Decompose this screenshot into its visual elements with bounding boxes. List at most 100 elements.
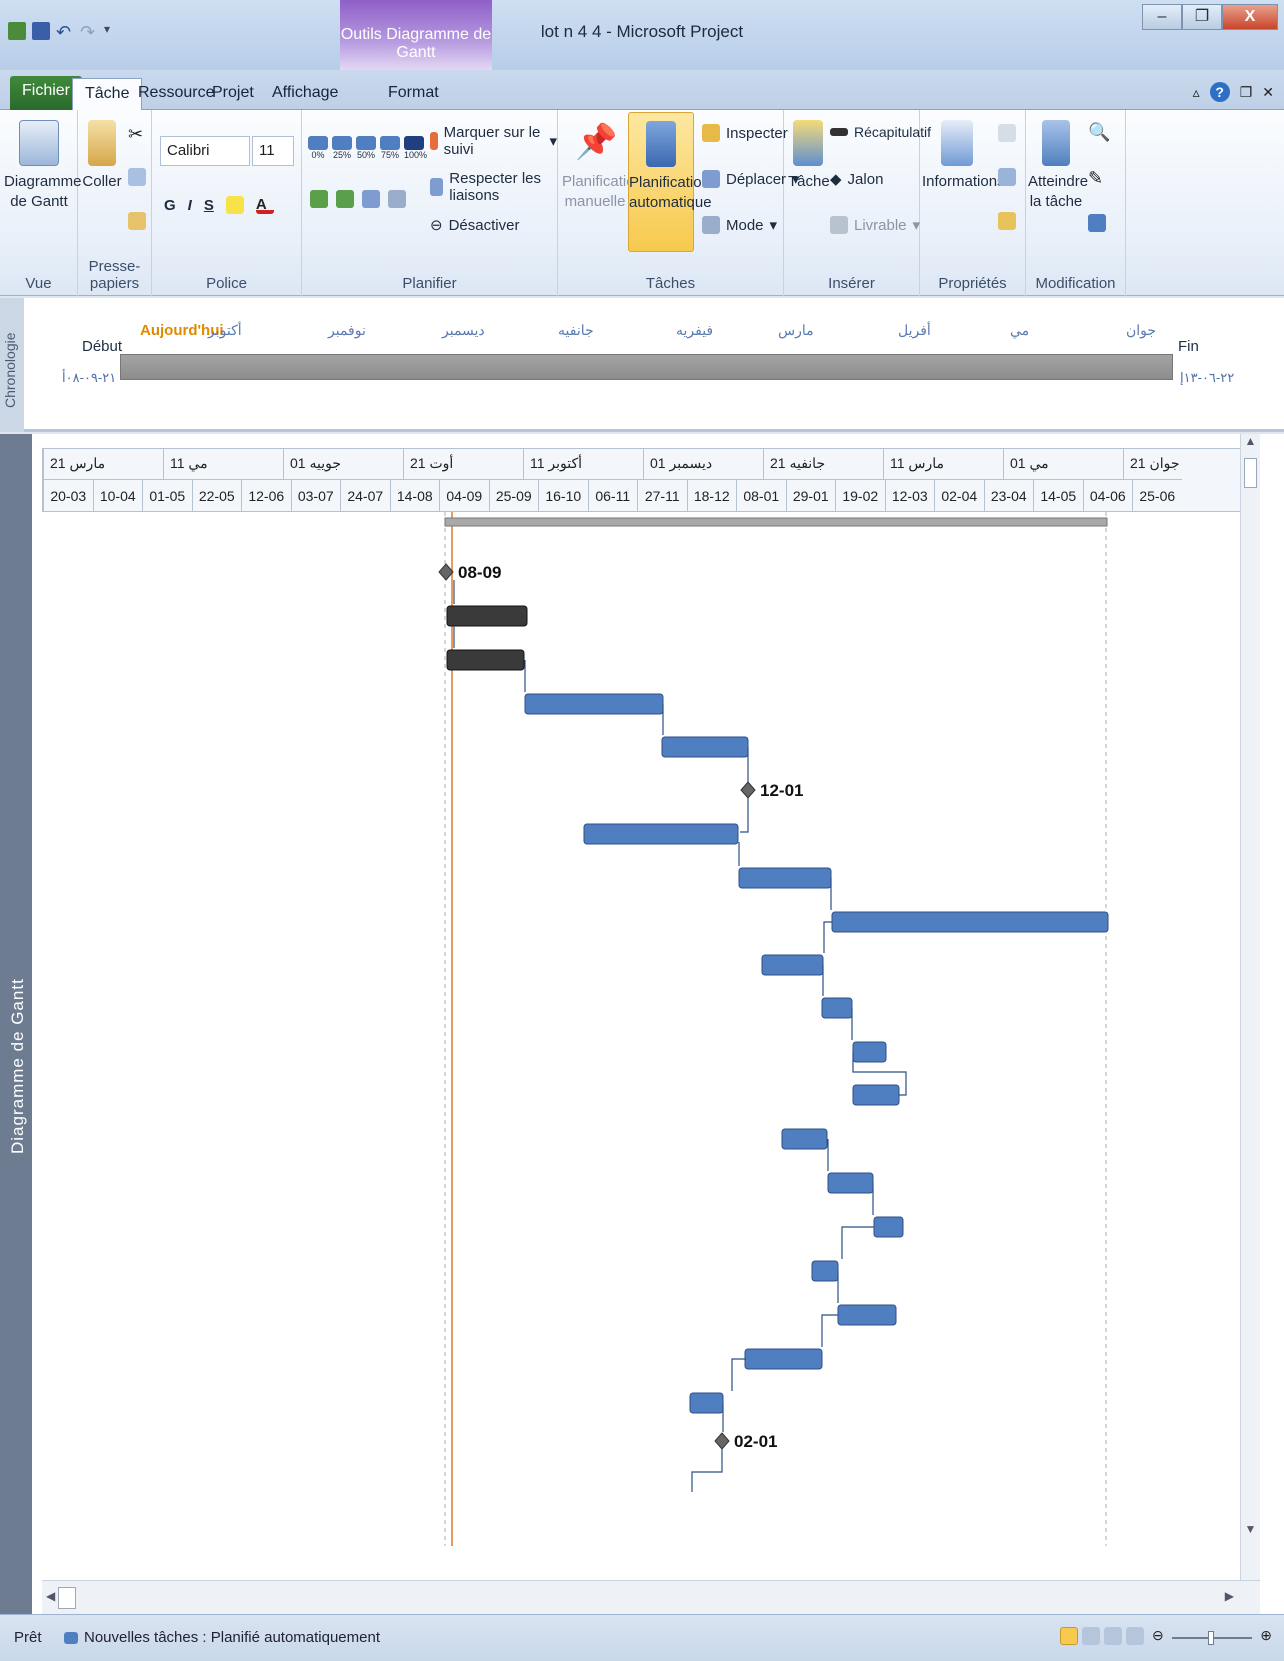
timeline-start-label: Début	[82, 338, 123, 355]
deliverable-button[interactable]: Livrable ▾	[830, 216, 920, 234]
timescale-bottom-cell: 25-09	[488, 479, 538, 513]
scroll-up-icon[interactable]: ▲	[1241, 434, 1260, 448]
timeline-side-tab[interactable]: Chronologie	[0, 298, 24, 432]
percent-50-button[interactable]: 50%	[356, 136, 376, 160]
timeline-bar[interactable]	[120, 354, 1173, 380]
insert-task-button[interactable]: Tâche	[788, 120, 830, 192]
timescale-bottom-cell: 04-06	[1082, 479, 1132, 513]
timescale-bottom-cell: 02-04	[934, 479, 984, 513]
percent-75-icon	[380, 136, 400, 150]
new-tasks-mode[interactable]: Nouvelles tâches : Planifié automatiquem…	[64, 1629, 380, 1646]
copy-icon[interactable]	[128, 168, 146, 186]
timescale-top-cell: مي 11	[163, 449, 283, 479]
scroll-to-task-icon	[1042, 120, 1070, 166]
font-size-select[interactable]: 11	[252, 136, 294, 166]
gantt-side-tab[interactable]: Diagramme de Gantt	[0, 434, 32, 1614]
gantt-view-shortcut-icon[interactable]	[1060, 1627, 1078, 1645]
task-bar	[781, 1128, 828, 1150]
scroll-to-task-button[interactable]: Atteindre la tâche	[1028, 120, 1088, 213]
percent-75-label: 75%	[380, 150, 399, 160]
bold-button[interactable]: G	[164, 197, 176, 214]
add-to-timeline-icon[interactable]	[998, 212, 1016, 230]
indent-icon[interactable]	[336, 190, 354, 208]
paste-button[interactable]: Coller	[82, 120, 122, 192]
information-button[interactable]: Informations	[922, 120, 1005, 192]
details-icon[interactable]	[998, 168, 1016, 186]
help-icon[interactable]: ?	[1209, 82, 1230, 102]
deactivate-button[interactable]: ⊖ Désactiver	[430, 216, 519, 235]
close-window-icon[interactable]: ✕	[1262, 84, 1274, 101]
minimize-ribbon-icon[interactable]: ▵	[1193, 84, 1200, 101]
timescale-bottom-cell: 12-03	[884, 479, 934, 513]
group-inserer: Tâche Récapitulatif ◆ Jalon Livrable ▾ In…	[784, 110, 931, 296]
group-label-taches: Tâches	[645, 275, 696, 292]
gantt-chart-svg: 08-09 12-01 02-01	[438, 512, 1109, 1546]
horizontal-scroll-thumb[interactable]	[58, 1587, 76, 1609]
restore-window-icon[interactable]: ❐	[1240, 84, 1253, 101]
percent-complete-row: 0% 25% 50% 75% 100%	[308, 136, 427, 160]
task-bar	[761, 954, 824, 976]
scroll-right-icon[interactable]: ▶	[1225, 1589, 1234, 1603]
tab-affichage[interactable]: Affichage	[260, 78, 350, 110]
timescale-bottom-cell: 24-07	[340, 479, 390, 513]
close-button[interactable]: X	[1222, 4, 1278, 30]
tab-format[interactable]: Format	[376, 78, 451, 110]
link-tasks-icon[interactable]	[362, 190, 380, 208]
percent-0-label: 0%	[311, 150, 325, 160]
mark-on-track-button[interactable]: Marquer sur le suivi ▾	[430, 124, 557, 158]
gantt-body: مارس 21 مي 11 جوييه 01 أوت 21 أكتوبر 11 ديسمب…	[42, 434, 1260, 1614]
gantt-chart-area[interactable]: 08-09 12-01 02-01	[42, 512, 1260, 1580]
resource-sheet-shortcut-icon[interactable]	[1126, 1627, 1144, 1645]
timeline-month-label: أكتوبر	[208, 322, 242, 338]
gantt-view-button[interactable]: Diagramme de Gantt	[4, 120, 82, 213]
percent-25-button[interactable]: 25%	[332, 136, 352, 160]
underline-button[interactable]: S	[204, 197, 214, 214]
unlink-tasks-icon[interactable]	[388, 190, 406, 208]
respect-links-button[interactable]: Respecter les liaisons	[430, 170, 557, 204]
cut-icon[interactable]: ✂	[128, 124, 146, 144]
tab-projet[interactable]: Projet	[200, 78, 266, 110]
dependency-link	[821, 1314, 838, 1347]
restore-button[interactable]: ❐	[1182, 4, 1222, 30]
task-bar	[583, 823, 739, 845]
highlight-color-icon[interactable]	[225, 196, 244, 214]
mode-button[interactable]: Mode ▾	[702, 216, 777, 234]
percent-100-button[interactable]: 100%	[404, 136, 427, 160]
team-planner-shortcut-icon[interactable]	[1104, 1627, 1122, 1645]
timescale-bottom-cell: 01-05	[142, 479, 192, 513]
gantt-view-label: Diagramme de Gantt	[4, 173, 82, 211]
percent-0-button[interactable]: 0%	[308, 136, 328, 160]
milestone-diamond	[740, 781, 756, 799]
new-tasks-mode-label: Nouvelles tâches : Planifié automatiquem…	[84, 1629, 381, 1646]
find-icon[interactable]: 🔍	[1088, 122, 1110, 143]
status-ready: Prêt	[14, 1629, 42, 1646]
scroll-down-icon[interactable]: ▼	[1241, 1522, 1260, 1536]
fill-icon[interactable]	[1088, 214, 1106, 232]
task-usage-shortcut-icon[interactable]	[1082, 1627, 1100, 1645]
minimize-button[interactable]: –	[1142, 4, 1182, 30]
zoom-slider[interactable]: ⊖ ⊕	[1152, 1627, 1272, 1647]
notes-icon[interactable]	[998, 124, 1016, 142]
vertical-scroll-thumb[interactable]	[1244, 458, 1257, 488]
auto-schedule-button[interactable]: Planification automatique	[628, 112, 712, 252]
timescale[interactable]: مارس 21 مي 11 جوييه 01 أوت 21 أكتوبر 11 ديسمب…	[42, 448, 1260, 513]
zoom-in-icon[interactable]: ⊕	[1260, 1627, 1272, 1644]
milestone-button[interactable]: ◆ Jalon	[830, 170, 883, 189]
group-label-inserer: Insérer	[828, 275, 875, 292]
font-color-icon[interactable]: A	[255, 196, 274, 214]
font-name-select[interactable]: Calibri	[160, 136, 250, 166]
horizontal-scrollbar[interactable]: ◀ ▶	[42, 1580, 1260, 1614]
format-painter-icon[interactable]	[128, 212, 146, 230]
zoom-out-icon[interactable]: ⊖	[1152, 1627, 1164, 1644]
percent-75-button[interactable]: 75%	[380, 136, 400, 160]
outdent-icon[interactable]	[310, 190, 328, 208]
vertical-scrollbar[interactable]: ▲ ▼	[1240, 434, 1260, 1580]
zoom-thumb[interactable]	[1208, 1631, 1214, 1645]
manual-schedule-button[interactable]: 📌 Planification manuelle	[562, 120, 643, 213]
scroll-left-icon[interactable]: ◀	[46, 1589, 55, 1603]
summary-button[interactable]: Récapitulatif	[830, 124, 931, 140]
percent-50-icon	[356, 136, 376, 150]
italic-button[interactable]: I	[188, 197, 192, 214]
move-label: Déplacer	[726, 170, 787, 188]
clear-icon[interactable]: ✎	[1088, 168, 1103, 189]
